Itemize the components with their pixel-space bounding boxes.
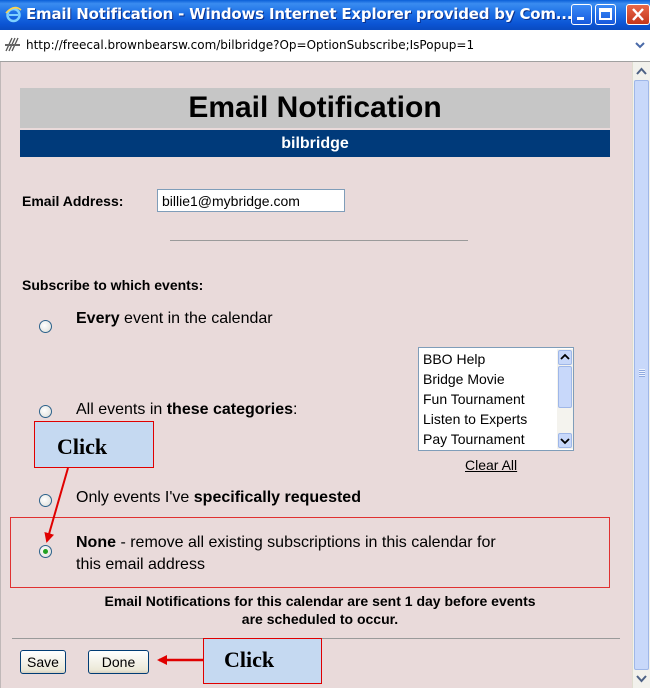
option-none-label[interactable]: None - remove all existing subscriptions…: [76, 532, 496, 576]
address-bar[interactable]: http://freecal.brownbearsw.com/bilbridge…: [0, 30, 650, 62]
calendar-name: bilbridge: [20, 130, 610, 157]
option-every-label[interactable]: Every event in the calendar: [76, 310, 273, 328]
done-button[interactable]: Done: [88, 650, 149, 674]
scrollbar-thumb[interactable]: [634, 80, 649, 670]
email-field[interactable]: [157, 189, 345, 212]
window-title: Email Notification - Windows Internet Ex…: [26, 5, 573, 23]
categories-listbox[interactable]: BBO Help Bridge Movie Fun Tournament Lis…: [418, 347, 574, 451]
click-annotation-bottom: Click: [203, 638, 322, 684]
scroll-up-icon[interactable]: [634, 64, 649, 80]
chevron-down-icon: [560, 438, 570, 445]
minimize-icon: [577, 17, 584, 20]
close-icon: [632, 8, 644, 21]
click-annotation-top: Click: [34, 421, 154, 468]
option-specific-label[interactable]: Only events I've specifically requested: [76, 489, 361, 507]
radio-selected-dot: [43, 549, 48, 554]
minimize-button[interactable]: [571, 4, 592, 25]
title-bar: Email Notification - Windows Internet Ex…: [0, 0, 650, 30]
listbox-scroll-thumb[interactable]: [558, 366, 572, 408]
chevron-up-icon: [560, 353, 570, 360]
maximize-button[interactable]: [595, 4, 616, 25]
page-icon: [5, 37, 20, 52]
address-dropdown-icon[interactable]: [632, 36, 648, 54]
list-item[interactable]: Pay Tournament: [423, 429, 525, 449]
save-button[interactable]: Save: [20, 650, 66, 674]
internet-explorer-icon: [5, 6, 22, 23]
divider: [170, 240, 468, 241]
clear-all-link[interactable]: Clear All: [465, 457, 517, 473]
list-item[interactable]: BBO Help: [423, 349, 485, 369]
email-label: Email Address:: [22, 193, 124, 209]
radio-every[interactable]: [39, 320, 52, 333]
notification-note: Email Notifications for this calendar ar…: [104, 593, 536, 627]
radio-categories[interactable]: [39, 405, 52, 418]
subscribe-label: Subscribe to which events:: [22, 277, 204, 293]
close-button[interactable]: [626, 4, 650, 25]
maximize-icon: [599, 8, 612, 20]
listbox-down-arrow[interactable]: [558, 433, 572, 448]
list-item[interactable]: Listen to Experts: [423, 409, 527, 429]
listbox-scrollbar[interactable]: [557, 349, 573, 449]
option-categories-label[interactable]: All events in these categories:: [76, 401, 297, 419]
address-url[interactable]: http://freecal.brownbearsw.com/bilbridge…: [26, 38, 474, 52]
radio-none[interactable]: [39, 545, 52, 558]
scroll-down-icon[interactable]: [634, 670, 649, 686]
radio-specific[interactable]: [39, 494, 52, 507]
list-item[interactable]: Fun Tournament: [423, 389, 525, 409]
page-title: Email Notification: [188, 91, 442, 124]
list-item[interactable]: Bridge Movie: [423, 369, 505, 389]
listbox-up-arrow[interactable]: [558, 350, 572, 365]
page-scrollbar[interactable]: [632, 62, 650, 688]
